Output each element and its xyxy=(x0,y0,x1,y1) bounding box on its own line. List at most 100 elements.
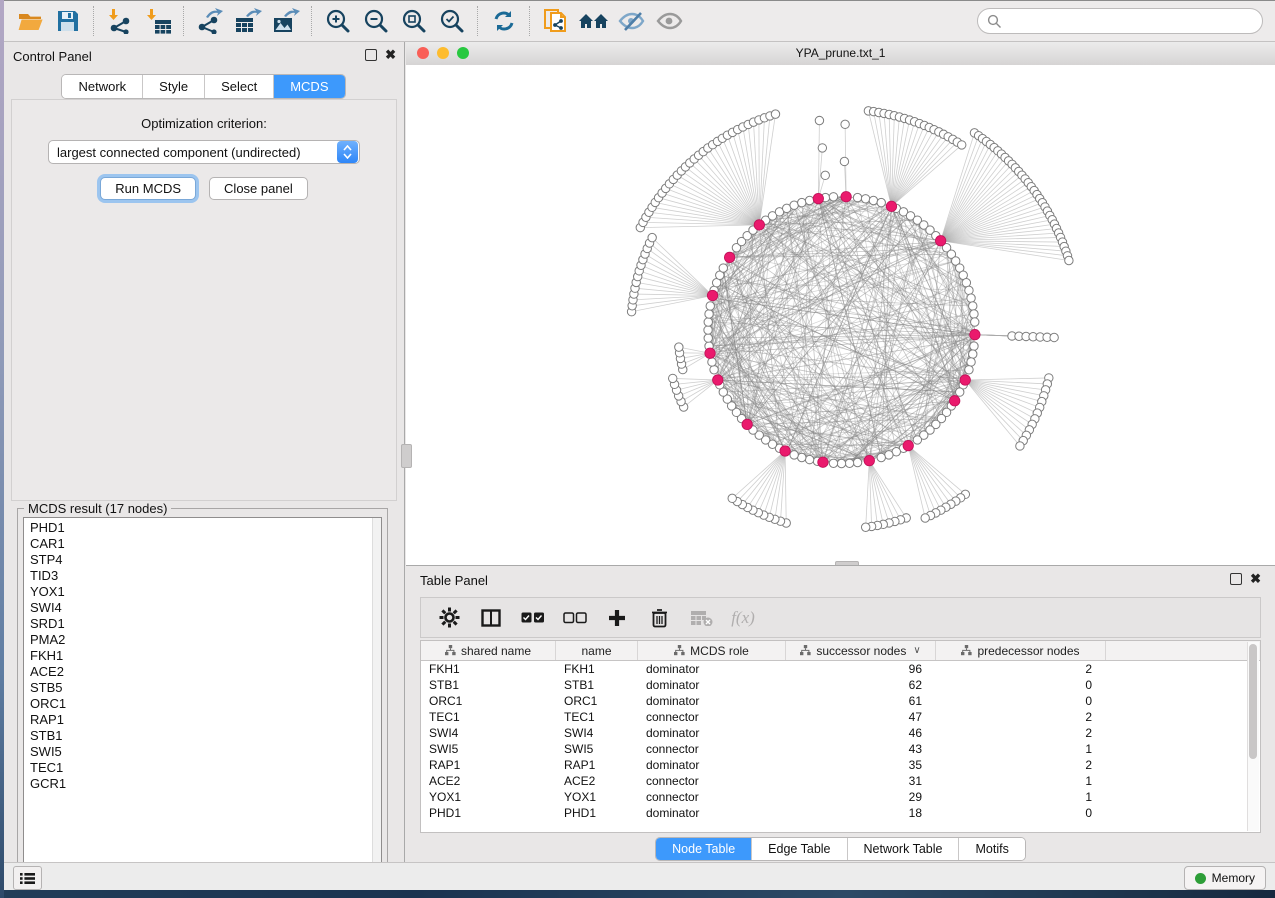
network-node[interactable] xyxy=(841,191,851,201)
network-node[interactable] xyxy=(707,290,717,300)
network-node[interactable] xyxy=(675,343,683,351)
list-item[interactable]: RAP1 xyxy=(30,712,381,728)
tab-edge-table[interactable]: Edge Table xyxy=(752,838,847,860)
list-item[interactable]: YOX1 xyxy=(30,584,381,600)
list-item[interactable]: ORC1 xyxy=(30,696,381,712)
network-node[interactable] xyxy=(1050,333,1058,341)
network-node[interactable] xyxy=(877,198,885,206)
network-node[interactable] xyxy=(818,457,828,467)
network-canvas[interactable] xyxy=(406,65,1275,565)
network-node[interactable] xyxy=(970,342,978,350)
network-node[interactable] xyxy=(960,375,970,385)
list-item[interactable]: CAR1 xyxy=(30,536,381,552)
network-node[interactable] xyxy=(710,366,718,374)
export-table-button[interactable] xyxy=(229,4,267,38)
network-node[interactable] xyxy=(771,110,779,118)
list-item[interactable]: TID3 xyxy=(30,568,381,584)
delete-table-button[interactable] xyxy=(687,603,715,633)
network-node[interactable] xyxy=(805,196,813,204)
criterion-select[interactable]: largest connected component (undirected) xyxy=(48,140,360,164)
export-network-button[interactable] xyxy=(191,4,229,38)
search-input[interactable] xyxy=(1007,10,1262,32)
network-node[interactable] xyxy=(913,436,921,444)
tab-motifs[interactable]: Motifs xyxy=(959,838,1024,860)
table-row[interactable]: RAP1RAP1dominator352 xyxy=(421,757,1260,773)
network-node[interactable] xyxy=(969,350,977,358)
table-row[interactable]: ACE2ACE2connector311 xyxy=(421,773,1260,789)
show-all-button[interactable] xyxy=(651,4,689,38)
network-node[interactable] xyxy=(965,366,973,374)
network-node[interactable] xyxy=(967,294,975,302)
clone-network-button[interactable] xyxy=(537,4,575,38)
export-image-button[interactable] xyxy=(267,4,305,38)
network-node[interactable] xyxy=(705,310,713,318)
network-node[interactable] xyxy=(706,302,714,310)
table-row[interactable]: ORC1ORC1dominator610 xyxy=(421,693,1260,709)
list-item[interactable]: PMA2 xyxy=(30,632,381,648)
network-node[interactable] xyxy=(790,451,798,459)
network-node[interactable] xyxy=(829,459,837,467)
network-node[interactable] xyxy=(708,358,716,366)
network-node[interactable] xyxy=(829,193,837,201)
task-history-button[interactable] xyxy=(13,866,42,890)
tab-network-table[interactable]: Network Table xyxy=(848,838,960,860)
list-item[interactable]: STP4 xyxy=(30,552,381,568)
network-node[interactable] xyxy=(877,453,885,461)
network-node[interactable] xyxy=(724,252,734,262)
tab-mcds[interactable]: MCDS xyxy=(274,75,344,98)
column-header[interactable]: successor nodes∨ xyxy=(786,641,936,660)
network-node[interactable] xyxy=(704,334,712,342)
mcds-list-scrollbar[interactable] xyxy=(372,518,381,874)
table-row[interactable]: YOX1YOX1connector291 xyxy=(421,789,1260,805)
column-header[interactable]: name xyxy=(556,641,638,660)
list-item[interactable]: GCR1 xyxy=(30,776,381,792)
table-row[interactable]: TEC1TEC1connector472 xyxy=(421,709,1260,725)
network-node[interactable] xyxy=(821,171,829,179)
network-node[interactable] xyxy=(669,374,677,382)
list-item[interactable]: STB5 xyxy=(30,680,381,696)
network-node[interactable] xyxy=(704,318,712,326)
network-node[interactable] xyxy=(864,455,874,465)
network-node[interactable] xyxy=(813,193,823,203)
network-node[interactable] xyxy=(719,264,727,272)
network-node[interactable] xyxy=(818,144,826,152)
import-network-button[interactable] xyxy=(101,4,139,38)
network-node[interactable] xyxy=(648,233,656,241)
network-node[interactable] xyxy=(949,396,959,406)
network-node[interactable] xyxy=(861,195,869,203)
table-scrollbar[interactable] xyxy=(1247,642,1259,831)
hide-selected-button[interactable] xyxy=(613,4,651,38)
float-panel-icon[interactable] xyxy=(365,49,377,61)
network-node[interactable] xyxy=(840,157,848,165)
tab-style[interactable]: Style xyxy=(143,75,205,98)
list-item[interactable]: SRD1 xyxy=(30,616,381,632)
network-node[interactable] xyxy=(967,358,975,366)
refresh-button[interactable] xyxy=(485,4,523,38)
zoom-fit-button[interactable] xyxy=(395,4,433,38)
open-file-button[interactable] xyxy=(11,4,49,38)
list-item[interactable]: PHD1 xyxy=(30,520,381,536)
network-node[interactable] xyxy=(704,326,712,334)
network-graph[interactable] xyxy=(406,65,1275,565)
deselect-all-button[interactable] xyxy=(561,603,589,633)
float-panel-icon[interactable] xyxy=(1230,573,1242,585)
network-node[interactable] xyxy=(728,494,736,502)
tab-node-table[interactable]: Node Table xyxy=(656,838,752,860)
window-minimize-icon[interactable] xyxy=(437,47,449,59)
add-column-button[interactable] xyxy=(603,603,631,633)
list-item[interactable]: ACE2 xyxy=(30,664,381,680)
network-node[interactable] xyxy=(713,375,723,385)
network-node[interactable] xyxy=(869,196,877,204)
table-row[interactable]: PHD1PHD1dominator180 xyxy=(421,805,1260,821)
network-node[interactable] xyxy=(853,458,861,466)
network-node[interactable] xyxy=(837,459,845,467)
window-zoom-icon[interactable] xyxy=(457,47,469,59)
list-item[interactable]: FKH1 xyxy=(30,648,381,664)
close-panel-button[interactable]: Close panel xyxy=(209,177,308,200)
network-node[interactable] xyxy=(798,198,806,206)
list-item[interactable]: TEC1 xyxy=(30,760,381,776)
zoom-selected-button[interactable] xyxy=(433,4,471,38)
window-close-icon[interactable] xyxy=(417,47,429,59)
network-node[interactable] xyxy=(754,220,764,230)
network-node[interactable] xyxy=(805,455,813,463)
